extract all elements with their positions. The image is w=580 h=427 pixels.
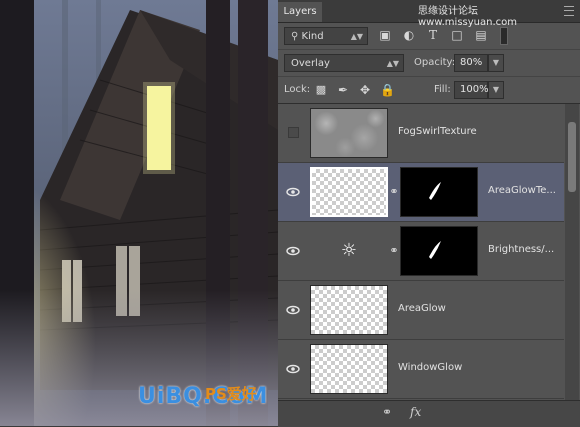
eye-icon[interactable]	[286, 244, 300, 258]
chevron-updown-icon: ▲▼	[386, 59, 399, 68]
panel-menu-icon[interactable]	[564, 6, 574, 16]
opacity-input[interactable]: 80%	[454, 54, 488, 72]
mask-stroke-shape	[429, 182, 441, 200]
smart-object-filter-icon[interactable]: ▤	[474, 28, 488, 42]
fx-icon[interactable]: fx	[410, 405, 421, 419]
filter-toggle-icon[interactable]	[500, 27, 508, 45]
chevron-updown-icon: ▲▼	[350, 32, 363, 41]
layer-name[interactable]: FogSwirlTexture	[398, 126, 477, 137]
layer-thumbnail[interactable]	[310, 167, 388, 217]
layer-mask-thumbnail[interactable]	[400, 167, 478, 217]
blend-mode-value: Overlay	[291, 58, 330, 69]
opacity-dropdown-icon[interactable]: ▼	[488, 54, 504, 72]
blend-mode-select[interactable]: Overlay ▲▼	[284, 54, 404, 72]
opacity-label: Opacity:	[414, 57, 456, 68]
mask-link-icon[interactable]: ⚭	[389, 183, 399, 201]
filter-kind-select[interactable]: ⚲ Kind ▲▼	[284, 27, 368, 45]
eye-icon[interactable]	[286, 185, 300, 199]
lock-transparent-icon[interactable]: ▩	[314, 83, 328, 97]
eye-icon[interactable]	[286, 362, 300, 376]
adjustment-filter-icon[interactable]: ◐	[402, 28, 416, 42]
layer-row[interactable]: WindowGlow	[278, 340, 564, 399]
search-icon: ⚲	[291, 31, 299, 42]
layer-thumbnail[interactable]	[310, 285, 388, 335]
fill-label: Fill:	[434, 84, 451, 95]
visibility-toggle-off[interactable]	[288, 127, 299, 138]
ps-watermark: PS爱好	[205, 385, 257, 403]
panel-tab-bar: Layers 思缘设计论坛 www.missyuan.com	[278, 0, 580, 28]
layer-name[interactable]: AreaGlow	[398, 303, 446, 314]
canvas-image	[0, 0, 278, 426]
layer-row-selected[interactable]: ⚭ AreaGlowTe...	[278, 163, 564, 222]
scrollbar-thumb[interactable]	[568, 122, 576, 192]
layer-thumbnail[interactable]	[310, 344, 388, 394]
blend-row: Overlay ▲▼ Opacity: 80% ▼	[278, 50, 580, 77]
layer-name[interactable]: AreaGlowTe...	[488, 185, 560, 196]
panel-bottom-bar: ⚭ fx	[278, 400, 580, 427]
fill-dropdown-icon[interactable]: ▼	[488, 81, 504, 99]
mask-link-icon[interactable]: ⚭	[389, 242, 399, 260]
layer-mask-thumbnail[interactable]	[400, 226, 478, 276]
layer-list: FogSwirlTexture ⚭ AreaGlowTe... ☼ ⚭ Brig…	[278, 104, 564, 400]
lock-row: Lock: ▩ ✒ ✥ 🔒 Fill: 100% ▼	[278, 77, 580, 104]
link-layers-icon[interactable]: ⚭	[382, 405, 392, 419]
fill-input[interactable]: 100%	[454, 81, 489, 99]
lock-position-icon[interactable]: ✥	[358, 83, 372, 97]
filter-kind-label: Kind	[301, 31, 324, 42]
brightness-sun-icon[interactable]: ☼	[338, 240, 360, 262]
lock-label: Lock:	[284, 84, 311, 95]
layers-scrollbar[interactable]	[565, 104, 579, 400]
mask-stroke-shape	[429, 241, 441, 259]
eye-icon[interactable]	[286, 303, 300, 317]
type-filter-icon[interactable]: T	[426, 28, 440, 42]
layer-row[interactable]: FogSwirlTexture	[278, 104, 564, 163]
shape-filter-icon[interactable]: □	[450, 28, 464, 42]
layer-row[interactable]: AreaGlow	[278, 281, 564, 340]
layer-name[interactable]: Brightness/...	[488, 244, 560, 255]
layer-name[interactable]: WindowGlow	[398, 362, 462, 373]
lock-image-icon[interactable]: ✒	[336, 83, 350, 97]
lock-all-icon[interactable]: 🔒	[380, 83, 395, 97]
layers-panel: Layers 思缘设计论坛 www.missyuan.com ⚲ Kind ▲▼…	[278, 0, 580, 427]
layer-thumbnail[interactable]	[310, 108, 388, 158]
image-filter-icon[interactable]: ▣	[378, 28, 392, 42]
tab-layers[interactable]: Layers	[278, 2, 322, 22]
layer-row[interactable]: ☼ ⚭ Brightness/...	[278, 222, 564, 281]
filter-row: ⚲ Kind ▲▼ ▣ ◐ T □ ▤	[278, 23, 580, 50]
